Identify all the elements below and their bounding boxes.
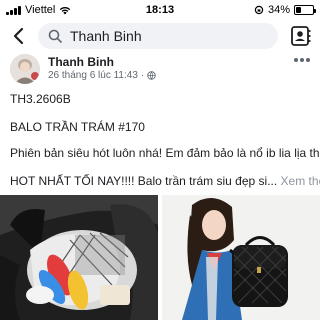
avatar[interactable] [10,54,40,84]
post-line-title: BALO TRẦN TRÁM #170 [10,120,145,134]
meta-separator: · [140,70,145,81]
post-line-description: Phiên bản siêu hót luôn nhá! Em đảm bảo … [10,146,320,160]
post-line-hot: HOT NHẤT TỐI NAY!!!! Balo trần trám siu … [10,174,320,188]
globe-icon [147,71,156,80]
dot-icon [300,58,304,62]
profile-card-icon [291,26,311,46]
battery-fill [296,7,302,13]
search-input[interactable]: Thanh Binh [38,23,278,49]
post-photos [0,195,320,320]
orientation-lock-icon [254,5,264,15]
post-timestamp[interactable]: 26 tháng 6 lúc 11:43 [48,70,138,81]
post-author-name[interactable]: Thanh Binh [48,55,114,69]
status-right: 34% [254,4,316,16]
dot-icon [306,58,310,62]
model-with-backpack-image [162,195,320,320]
battery-percent: 34% [267,4,290,16]
post-meta: 26 tháng 6 lúc 11:43 · [48,70,156,81]
chevron-left-icon [13,27,24,45]
avatar-image [10,54,40,84]
back-button[interactable] [8,25,28,47]
post-header: Thanh Binh 26 tháng 6 lúc 11:43 · [0,52,320,88]
search-header: Thanh Binh [0,20,320,52]
dot-icon [294,58,298,62]
post-line-hot-text: HOT NHẤT TỐI NAY!!!! Balo trần trám siu … [10,174,278,188]
backpack-open-image [0,195,158,320]
profile-card-button[interactable] [290,25,312,47]
see-more-link[interactable]: Xem thêm [281,174,320,188]
search-query: Thanh Binh [70,28,142,44]
battery-icon [294,5,316,15]
search-icon [48,29,62,43]
post-line-code: TH3.2606B [10,92,71,106]
more-options-button[interactable] [294,58,310,64]
photo-backpack-open[interactable] [0,195,158,320]
status-bar: Viettel 18:13 34% [0,0,320,20]
photo-model[interactable] [162,195,320,320]
